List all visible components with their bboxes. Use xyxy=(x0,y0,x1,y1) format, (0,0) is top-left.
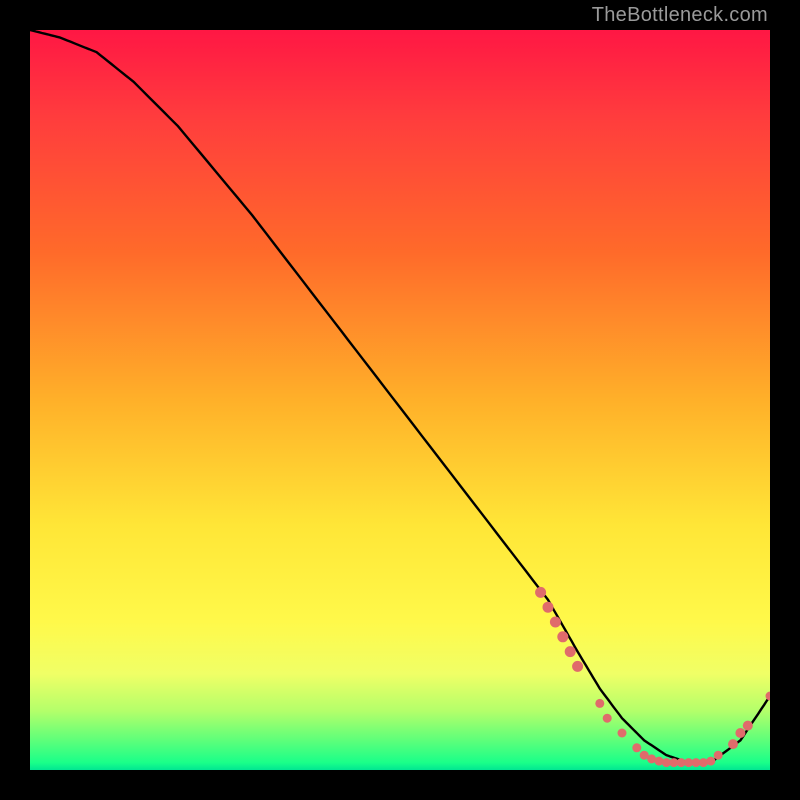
data-dot xyxy=(706,757,715,766)
data-dot xyxy=(632,743,641,752)
data-dot xyxy=(655,757,664,766)
data-dot xyxy=(603,714,612,723)
data-dot xyxy=(535,587,546,598)
data-dot xyxy=(618,729,627,738)
curve-svg xyxy=(30,30,770,770)
data-dot xyxy=(743,721,753,731)
data-dot xyxy=(550,617,561,628)
data-dot xyxy=(557,631,568,642)
data-dot xyxy=(543,602,554,613)
plot-area xyxy=(30,30,770,770)
data-dot xyxy=(572,661,583,672)
data-dots xyxy=(535,587,770,767)
watermark-text: TheBottleneck.com xyxy=(592,4,768,27)
bottleneck-curve xyxy=(30,30,770,763)
data-dot xyxy=(735,728,745,738)
data-dot xyxy=(728,739,738,749)
data-dot xyxy=(714,751,723,760)
chart-frame: TheBottleneck.com xyxy=(0,0,800,800)
data-dot xyxy=(565,646,576,657)
data-dot xyxy=(595,699,604,708)
data-dot xyxy=(699,758,708,767)
data-dot xyxy=(766,692,771,701)
